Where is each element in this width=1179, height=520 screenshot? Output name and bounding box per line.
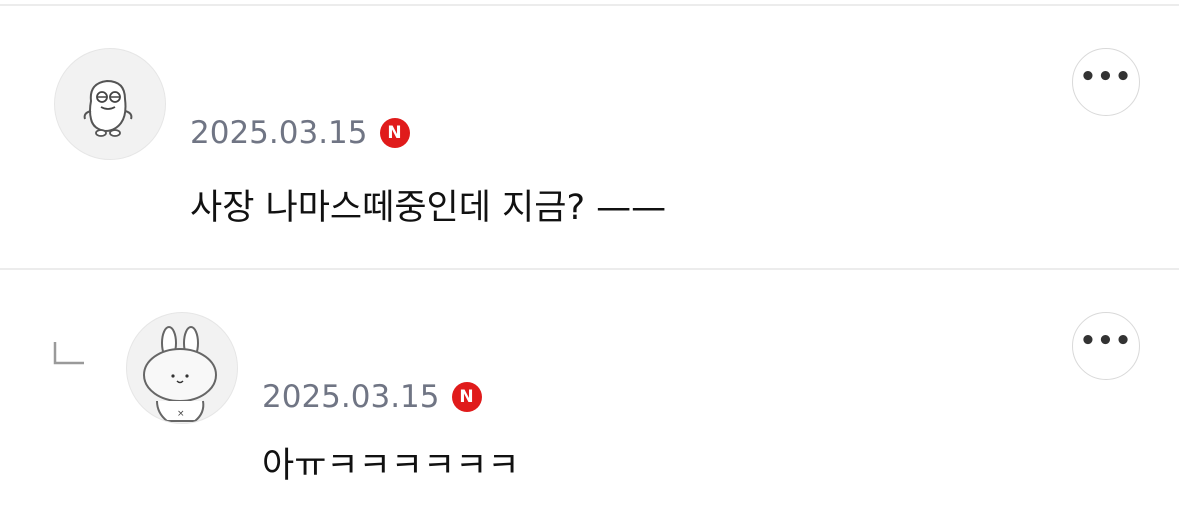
comment-text: 아ㅠㅋㅋㅋㅋㅋㅋ <box>262 446 520 486</box>
comment-item: 2025.03.15 N 사장 나마스떼중인데 지금? —— ••• <box>0 6 1179 268</box>
more-icon: ••• <box>1079 62 1133 92</box>
comment-meta: 2025.03.15 N <box>190 113 410 153</box>
comment-list: 2025.03.15 N 사장 나마스떼중인데 지금? —— ••• × 202… <box>0 0 1179 520</box>
character-face-icon[interactable] <box>54 48 166 160</box>
username[interactable] <box>190 66 280 84</box>
reply-item: × 2025.03.15 N 아ㅠㅋㅋㅋㅋㅋㅋ ••• <box>0 270 1179 520</box>
new-badge: N <box>451 382 482 412</box>
more-options-button[interactable]: ••• <box>1072 48 1140 116</box>
more-options-button[interactable]: ••• <box>1072 312 1140 380</box>
comment-date: 2025.03.15 <box>190 115 368 151</box>
comment-text: 사장 나마스떼중인데 지금? —— <box>190 188 667 228</box>
new-badge: N <box>379 118 410 148</box>
bunny-icon[interactable]: × <box>126 312 238 424</box>
username[interactable] <box>272 322 332 340</box>
svg-text:×: × <box>177 409 185 419</box>
comment-meta: 2025.03.15 N <box>262 377 482 417</box>
reply-arrow-icon <box>53 342 84 365</box>
more-icon: ••• <box>1079 326 1133 356</box>
comment-date: 2025.03.15 <box>262 379 440 415</box>
